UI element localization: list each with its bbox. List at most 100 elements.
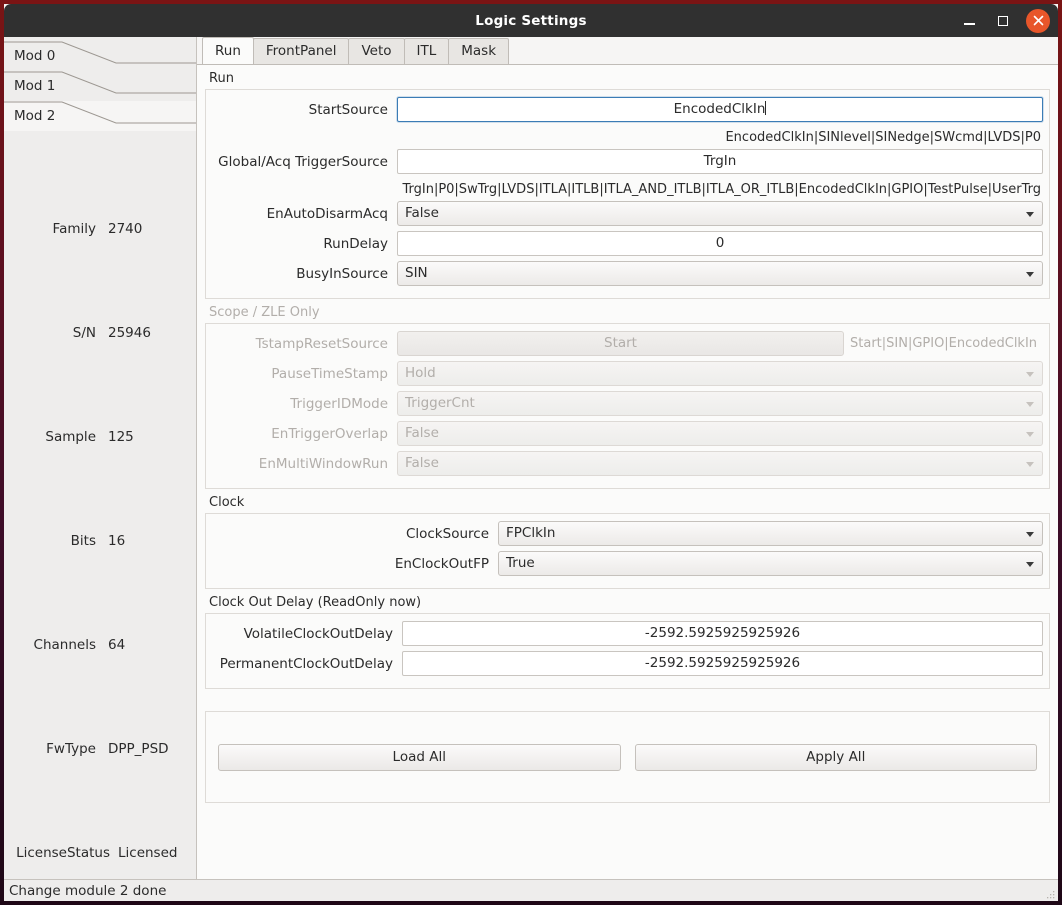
enmultiwindowrun-select: False <box>397 451 1043 476</box>
chevron-down-icon <box>1026 431 1034 437</box>
volatileclockoutdelay-input[interactable]: -2592.5925925925926 <box>402 621 1043 646</box>
info-label: Channels <box>33 637 96 653</box>
info-row-family: Family 2740 <box>4 177 196 281</box>
enautodisarmacq-label: EnAutoDisarmAcq <box>266 205 388 222</box>
field-row-permanentclockoutdelay: PermanentClockOutDelay -2592.59259259259… <box>212 650 1043 677</box>
triggersource-label: Global/Acq TriggerSource <box>218 153 388 170</box>
group-title-clock-out-delay: Clock Out Delay (ReadOnly now) <box>209 595 422 610</box>
info-label: FwType <box>46 741 96 757</box>
enautodisarmacq-value: False <box>405 205 439 221</box>
sidebar-item-mod-0[interactable]: Mod 0 <box>4 41 196 71</box>
tab-veto[interactable]: Veto <box>348 38 405 64</box>
entriggeroverlap-value: False <box>405 425 439 441</box>
enautodisarmacq-select[interactable]: False <box>397 201 1043 226</box>
info-value: Licensed <box>118 845 178 861</box>
field-row-pausetimestamp: PauseTimeStamp Hold <box>212 360 1043 387</box>
field-row-enmultiwindowrun: EnMultiWindowRun False <box>212 450 1043 477</box>
tab-frontpanel[interactable]: FrontPanel <box>252 38 350 64</box>
chevron-down-icon <box>1026 461 1034 467</box>
chevron-down-icon <box>1026 401 1034 407</box>
info-row-serial-number: S/N 25946 <box>4 281 196 385</box>
chevron-down-icon <box>1026 531 1034 537</box>
info-label: Sample <box>45 429 96 445</box>
enclockoutfp-label: EnClockOutFP <box>394 555 489 572</box>
enmultiwindowrun-value: False <box>405 455 439 471</box>
hint-row-startsource: EncodedClkIn|SINlevel|SINedge|SWcmd|LVDS… <box>212 126 1043 148</box>
application-window: Logic Settings Mod 0 Mod 1 Mod 2 Family … <box>0 0 1062 905</box>
module-tab-label: Mod 2 <box>14 108 56 124</box>
module-tab-label: Mod 0 <box>14 48 56 64</box>
settings-form: Run StartSource EncodedClkIn EncodedClkI <box>197 65 1058 879</box>
clocksource-select[interactable]: FPClkIn <box>498 521 1043 546</box>
group-title-run: Run <box>209 71 234 86</box>
tab-itl[interactable]: ITL <box>403 38 450 64</box>
pausetimestamp-select: Hold <box>397 361 1043 386</box>
group-scope-zle: Scope / ZLE Only TstampResetSource Start… <box>205 299 1050 489</box>
startsource-value: EncodedClkIn <box>673 101 766 117</box>
group-clock: Clock ClockSource FPClkIn EnClockOutFP T… <box>205 489 1050 589</box>
sidebar-item-mod-2[interactable]: Mod 2 <box>4 101 196 131</box>
info-value: 25946 <box>108 325 151 341</box>
field-row-triggeridmode: TriggerIDMode TriggerCnt <box>212 390 1043 417</box>
info-value: DPP_PSD <box>108 741 169 757</box>
close-icon[interactable] <box>1026 8 1050 33</box>
resize-grip-icon[interactable] <box>1045 889 1055 899</box>
group-box-clock-out-delay: VolatileClockOutDelay -2592.592592592592… <box>205 613 1050 689</box>
rundelay-input[interactable]: 0 <box>397 231 1043 256</box>
field-row-rundelay: RunDelay 0 <box>212 230 1043 257</box>
text-caret <box>765 101 767 115</box>
clocksource-label: ClockSource <box>405 525 489 542</box>
enclockoutfp-select[interactable]: True <box>498 551 1043 576</box>
tab-run[interactable]: Run <box>202 37 254 64</box>
minimize-icon[interactable] <box>958 10 980 32</box>
group-title-scope-zle: Scope / ZLE Only <box>209 305 320 320</box>
entriggeroverlap-label: EnTriggerOverlap <box>271 425 388 442</box>
tab-mask[interactable]: Mask <box>448 38 510 64</box>
module-sidebar: Mod 0 Mod 1 Mod 2 Family 2740 S/N 25946 … <box>4 37 197 879</box>
info-label: LicenseStatus <box>16 845 110 861</box>
triggeridmode-label: TriggerIDMode <box>290 395 388 412</box>
busyinsource-select[interactable]: SIN <box>397 261 1043 286</box>
title-bar[interactable]: Logic Settings <box>4 4 1058 37</box>
settings-tab-bar: Run FrontPanel Veto ITL Mask <box>197 37 1058 65</box>
group-box-scope-zle: TstampResetSource Start Start|SIN|GPIO|E… <box>205 323 1050 489</box>
apply-all-button[interactable]: Apply All <box>634 743 1037 771</box>
info-value: 125 <box>108 429 134 445</box>
info-value: 16 <box>108 533 126 549</box>
enclockoutfp-value: True <box>506 555 535 571</box>
permanentclockoutdelay-input[interactable]: -2592.5925925925926 <box>402 651 1043 676</box>
info-label: Bits <box>70 533 96 549</box>
group-run: Run StartSource EncodedClkIn EncodedClkI <box>205 65 1050 299</box>
pausetimestamp-label: PauseTimeStamp <box>271 365 388 382</box>
info-label: S/N <box>72 325 96 341</box>
status-bar: Change module 2 done <box>4 879 1058 901</box>
group-box-run: StartSource EncodedClkIn EncodedClkIn|SI… <box>205 89 1050 299</box>
triggersource-input[interactable]: TrgIn <box>397 149 1043 174</box>
group-box-clock: ClockSource FPClkIn EnClockOutFP True <box>205 513 1050 589</box>
module-info-grid: Family 2740 S/N 25946 Sample 125 Bits 16 <box>4 177 196 879</box>
sidebar-item-mod-1[interactable]: Mod 1 <box>4 71 196 101</box>
field-row-triggersource: Global/Acq TriggerSource TrgIn <box>212 148 1043 175</box>
triggersource-hint: TrgIn|P0|SwTrg|LVDS|ITLA|ITLB|ITLA_AND_I… <box>402 181 1041 197</box>
info-row-fwtype: FwType DPP_PSD <box>4 697 196 801</box>
group-clock-out-delay: Clock Out Delay (ReadOnly now) VolatileC… <box>205 589 1050 689</box>
group-title-clock: Clock <box>209 495 245 510</box>
field-row-startsource: StartSource EncodedClkIn <box>212 96 1043 123</box>
hint-row-triggersource: TrgIn|P0|SwTrg|LVDS|ITLA|ITLB|ITLA_AND_I… <box>212 178 1043 200</box>
startsource-hint: EncodedClkIn|SINlevel|SINedge|SWcmd|LVDS… <box>725 129 1041 145</box>
busyinsource-label: BusyInSource <box>296 265 388 282</box>
load-all-button[interactable]: Load All <box>218 743 621 771</box>
permanentclockoutdelay-label: PermanentClockOutDelay <box>219 655 393 672</box>
info-row-channels: Channels 64 <box>4 593 196 697</box>
maximize-icon[interactable] <box>992 10 1014 32</box>
body-area: Mod 0 Mod 1 Mod 2 Family 2740 S/N 25946 … <box>4 37 1058 879</box>
window-inner: Logic Settings Mod 0 Mod 1 Mod 2 Family … <box>4 4 1058 901</box>
info-value: 64 <box>108 637 126 653</box>
chevron-down-icon <box>1026 561 1034 567</box>
info-label: Family <box>52 221 96 237</box>
rundelay-label: RunDelay <box>323 235 388 252</box>
volatileclockoutdelay-label: VolatileClockOutDelay <box>243 625 393 642</box>
info-row-sample: Sample 125 <box>4 385 196 489</box>
field-row-tstampresetsource: TstampResetSource Start Start|SIN|GPIO|E… <box>212 330 1043 357</box>
startsource-input[interactable]: EncodedClkIn <box>397 97 1043 122</box>
